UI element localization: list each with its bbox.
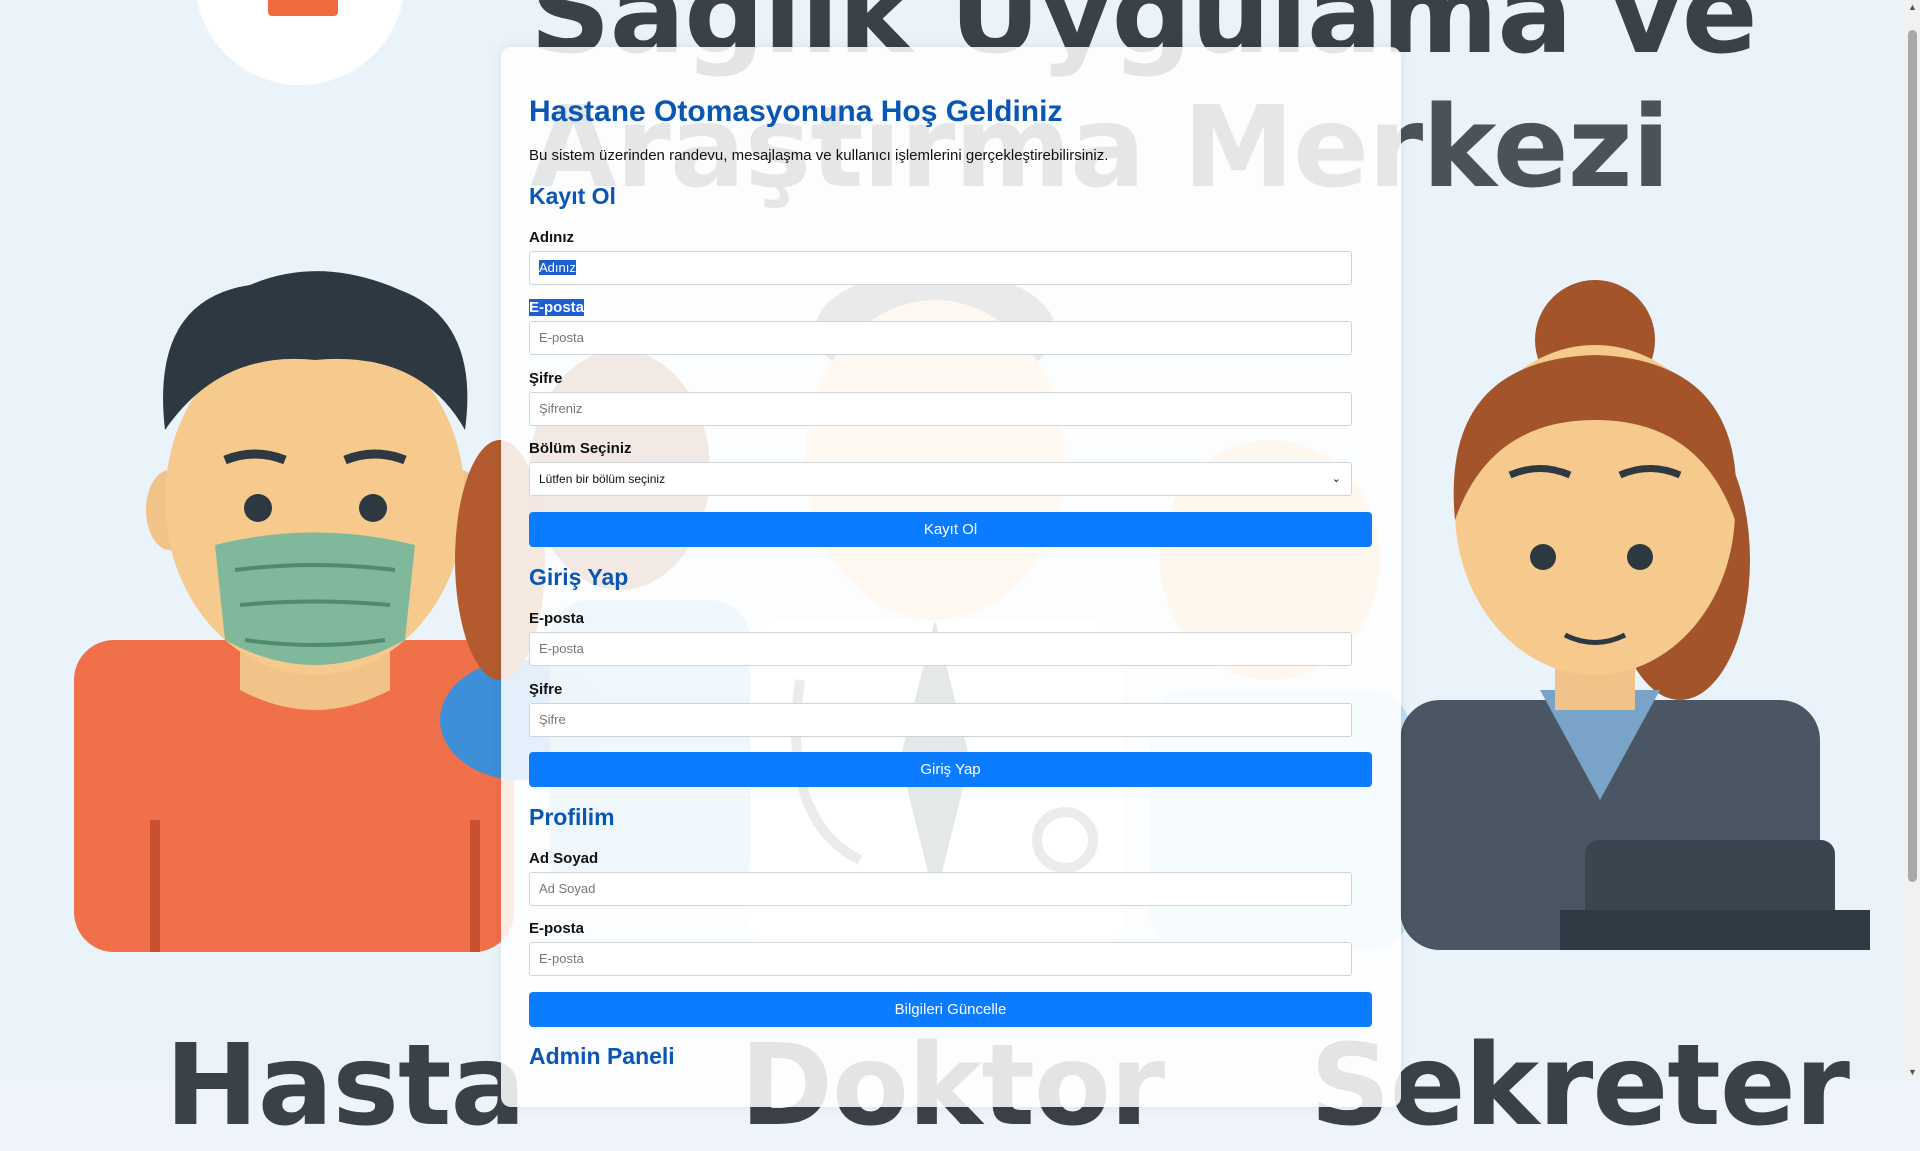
profile-name-label: Ad Soyad <box>529 850 599 867</box>
profile-heading: Profilim <box>529 804 615 830</box>
register-department-group: Bölüm Seçiniz Lütfen bir bölüm seçiniz ⌄ <box>529 440 1352 496</box>
profile-name-input[interactable]: Ad Soyad <box>529 872 1352 906</box>
register-email-label: E-posta <box>529 299 1352 317</box>
scrollbar-thumb[interactable] <box>1908 30 1917 882</box>
register-name-label: Adınız <box>529 229 574 246</box>
page-scrollbar[interactable]: ▲ ▼ <box>1905 0 1920 1080</box>
admin-heading: Admin Paneli <box>529 1043 675 1069</box>
chevron-down-icon: ⌄ <box>1331 473 1341 485</box>
main-card: Hastane Otomasyonuna Hoş Geldiniz Bu sis… <box>501 47 1401 1107</box>
login-email-group: E-posta E-posta <box>529 610 1352 666</box>
background-caption-patient: Hasta <box>165 1021 526 1151</box>
login-password-label: Şifre <box>529 681 563 698</box>
register-name-placeholder: Adınız <box>539 260 576 275</box>
login-heading: Giriş Yap <box>529 564 629 590</box>
login-password-input[interactable]: Şifre <box>529 703 1352 737</box>
register-name-input[interactable]: Adınız <box>529 251 1352 285</box>
register-email-input[interactable]: E-posta <box>529 321 1352 355</box>
login-email-label: E-posta <box>529 610 585 627</box>
register-email-label-text: E-posta <box>529 299 585 316</box>
login-password-group: Şifre Şifre <box>529 681 1352 737</box>
register-password-group: Şifre Şifreniz <box>529 370 1352 426</box>
profile-email-input[interactable]: E-posta <box>529 942 1352 976</box>
scroll-up-icon[interactable]: ▲ <box>1905 0 1920 15</box>
page-title: Hastane Otomasyonuna Hoş Geldiniz <box>529 95 1063 128</box>
profile-email-label: E-posta <box>529 920 585 937</box>
register-email-group: E-posta E-posta <box>529 299 1352 355</box>
profile-name-group: Ad Soyad Ad Soyad <box>529 850 1352 906</box>
department-select-value: Lütfen bir bölüm seçiniz <box>539 472 666 486</box>
register-name-group: Adınız Adınız <box>529 229 1352 285</box>
page-intro: Bu sistem üzerinden randevu, mesajlaşma … <box>529 147 1109 164</box>
register-password-input[interactable]: Şifreniz <box>529 392 1352 426</box>
register-department-label: Bölüm Seçiniz <box>529 440 632 457</box>
update-profile-button[interactable]: Bilgileri Güncelle <box>529 992 1372 1027</box>
profile-email-group: E-posta E-posta <box>529 920 1352 976</box>
scroll-down-icon[interactable]: ▼ <box>1905 1065 1920 1080</box>
login-button[interactable]: Giriş Yap <box>529 752 1372 787</box>
department-select[interactable]: Lütfen bir bölüm seçiniz ⌄ <box>529 462 1352 496</box>
register-password-label: Şifre <box>529 370 563 387</box>
register-heading: Kayıt Ol <box>529 183 616 209</box>
login-email-input[interactable]: E-posta <box>529 632 1352 666</box>
register-button[interactable]: Kayıt Ol <box>529 512 1372 547</box>
